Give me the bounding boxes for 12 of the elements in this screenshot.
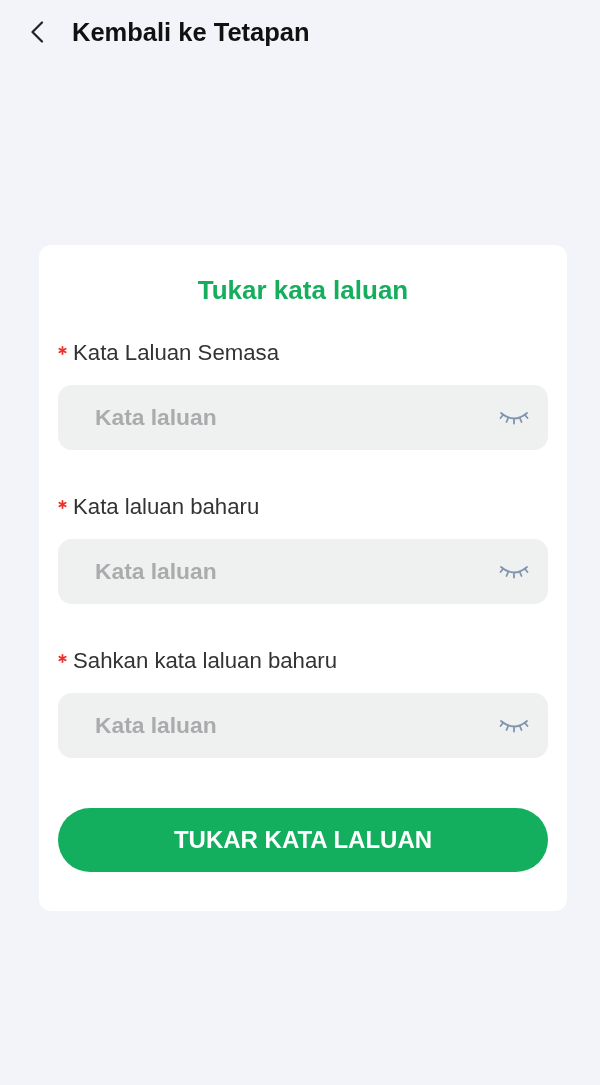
card-title: Tukar kata laluan [196, 275, 410, 305]
back-button[interactable]: Kembali ke Tetapan [30, 12, 310, 52]
chevron-left-icon [30, 21, 44, 43]
password-field[interactable]: Kata laluan [58, 693, 548, 758]
eye-closed-icon[interactable] [499, 718, 529, 734]
password-field[interactable]: Kata laluan [58, 539, 548, 604]
field-label: Kata laluan baharu [73, 494, 260, 520]
field-label: Kata Laluan Semasa [73, 340, 279, 366]
eye-closed-icon[interactable] [499, 564, 529, 580]
field-label: Sahkan kata laluan baharu [73, 648, 337, 674]
eye-closed-icon[interactable] [499, 410, 529, 426]
password-field[interactable]: Kata laluan [58, 385, 548, 450]
